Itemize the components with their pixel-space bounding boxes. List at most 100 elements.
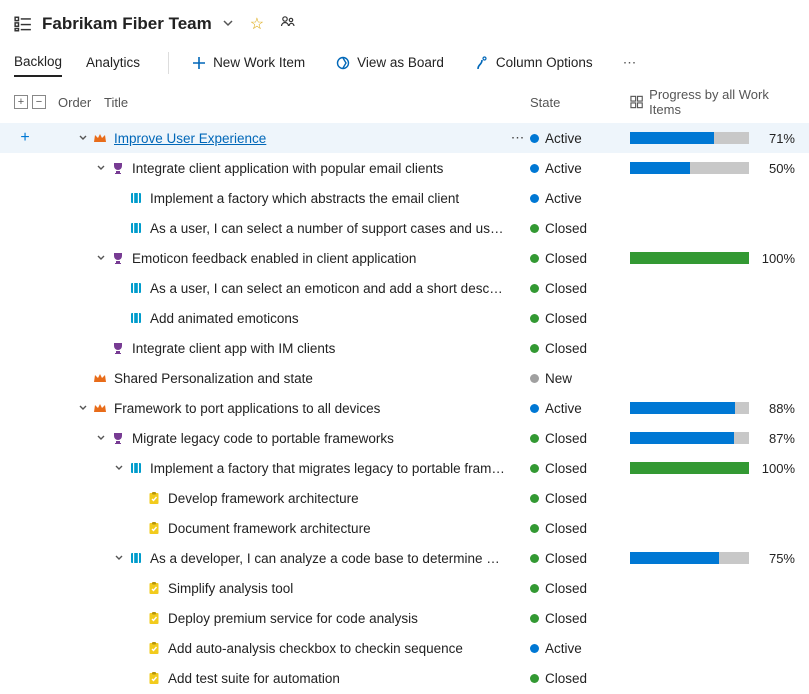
- work-item-title[interactable]: Improve User Experience: [114, 131, 506, 146]
- table-row[interactable]: Add animated emoticons Closed: [0, 303, 809, 333]
- work-item-title[interactable]: Implement a factory that migrates legacy…: [150, 461, 506, 476]
- table-row[interactable]: Deploy premium service for code analysis…: [0, 603, 809, 633]
- work-item-title[interactable]: Shared Personalization and state: [114, 371, 506, 386]
- work-item-title[interactable]: As a developer, I can analyze a code bas…: [150, 551, 506, 566]
- chevron-down-icon[interactable]: [222, 17, 234, 32]
- column-order[interactable]: Order: [58, 95, 98, 110]
- expand-chevron-icon[interactable]: [112, 463, 126, 473]
- work-item-title[interactable]: As a user, I can select a number of supp…: [150, 221, 506, 236]
- state-cell: Active: [530, 161, 630, 176]
- feature-icon: [110, 430, 126, 446]
- add-child-icon[interactable]: +: [20, 129, 29, 147]
- work-item-title[interactable]: As a user, I can select an emoticon and …: [150, 281, 506, 296]
- work-item-title[interactable]: Migrate legacy code to portable framewor…: [132, 431, 506, 446]
- work-item-title[interactable]: Add test suite for automation: [168, 671, 506, 686]
- pbi-icon: [128, 550, 144, 566]
- expand-chevron-icon[interactable]: [112, 553, 126, 563]
- state-label: Closed: [545, 671, 587, 686]
- board-icon: [335, 55, 351, 71]
- rollup-icon: [630, 95, 643, 109]
- expand-all-button[interactable]: +: [14, 95, 28, 109]
- table-row[interactable]: Add auto-analysis checkbox to checkin se…: [0, 633, 809, 663]
- work-item-title[interactable]: Framework to port applications to all de…: [114, 401, 506, 416]
- work-item-title[interactable]: Add animated emoticons: [150, 311, 506, 326]
- plus-icon: [191, 55, 207, 71]
- table-row[interactable]: Integrate client app with IM clients Clos…: [0, 333, 809, 363]
- task-icon: [146, 520, 162, 536]
- state-label: Closed: [545, 221, 587, 236]
- table-row[interactable]: Add test suite for automation Closed: [0, 663, 809, 693]
- collapse-all-button[interactable]: −: [32, 95, 46, 109]
- table-row[interactable]: Simplify analysis toolClosed: [0, 573, 809, 603]
- column-progress-label: Progress by all Work Items: [649, 87, 795, 117]
- expand-chevron-icon[interactable]: [94, 433, 108, 443]
- expand-chevron-icon[interactable]: [94, 253, 108, 263]
- state-dot-icon: [530, 524, 539, 533]
- expand-chevron-icon[interactable]: [76, 403, 90, 413]
- task-icon: [146, 610, 162, 626]
- work-item-title[interactable]: Implement a factory which abstracts the …: [150, 191, 506, 206]
- work-item-title[interactable]: Integrate client app with IM clients: [132, 341, 506, 356]
- tab-backlog[interactable]: Backlog: [14, 48, 62, 77]
- work-item-title[interactable]: Simplify analysis tool: [168, 581, 506, 596]
- work-item-title[interactable]: Document framework architecture: [168, 521, 506, 536]
- tab-analytics[interactable]: Analytics: [86, 49, 140, 76]
- state-cell: Active: [530, 191, 630, 206]
- table-row[interactable]: As a developer, I can analyze a code bas…: [0, 543, 809, 573]
- state-dot-icon: [530, 374, 539, 383]
- state-dot-icon: [530, 254, 539, 263]
- state-cell: Closed: [530, 671, 630, 686]
- table-row[interactable]: Migrate legacy code to portable framewor…: [0, 423, 809, 453]
- expand-chevron-icon[interactable]: [94, 163, 108, 173]
- work-item-title[interactable]: Integrate client application with popula…: [132, 161, 506, 176]
- table-row[interactable]: Emoticon feedback enabled in client appl…: [0, 243, 809, 273]
- progress-bar-fill: [630, 132, 714, 144]
- table-row[interactable]: As a user, I can select an emoticon and …: [0, 273, 809, 303]
- state-cell: Closed: [530, 341, 630, 356]
- state-label: Active: [545, 161, 582, 176]
- table-row[interactable]: Integrate client application with popula…: [0, 153, 809, 183]
- pbi-icon: [128, 280, 144, 296]
- table-row[interactable]: Framework to port applications to all de…: [0, 393, 809, 423]
- column-header-row: + − Order Title State Progress by all Wo…: [0, 77, 809, 123]
- expand-chevron-icon[interactable]: [76, 133, 90, 143]
- team-members-icon[interactable]: [280, 14, 296, 34]
- view-as-board-button[interactable]: View as Board: [329, 51, 450, 75]
- task-icon: [146, 490, 162, 506]
- state-cell: Closed: [530, 251, 630, 266]
- more-actions-button[interactable]: ⋯: [617, 51, 645, 75]
- table-row[interactable]: Implement a factory which abstracts the …: [0, 183, 809, 213]
- table-row[interactable]: Develop framework architecture Closed: [0, 483, 809, 513]
- work-item-title[interactable]: Develop framework architecture: [168, 491, 506, 506]
- state-cell: Closed: [530, 491, 630, 506]
- task-icon: [146, 580, 162, 596]
- state-dot-icon: [530, 674, 539, 683]
- team-name[interactable]: Fabrikam Fiber Team: [42, 14, 212, 34]
- work-item-title[interactable]: Emoticon feedback enabled in client appl…: [132, 251, 506, 266]
- progress-bar-fill: [630, 252, 749, 264]
- column-options-button[interactable]: Column Options: [468, 51, 599, 75]
- column-state[interactable]: State: [530, 95, 630, 110]
- row-more-actions[interactable]: ⋯: [506, 130, 530, 146]
- task-icon: [146, 640, 162, 656]
- progress-bar: [630, 432, 749, 444]
- table-row[interactable]: As a user, I can select a number of supp…: [0, 213, 809, 243]
- new-work-item-button[interactable]: New Work Item: [185, 51, 311, 75]
- table-row[interactable]: Shared Personalization and stateNew: [0, 363, 809, 393]
- progress-bar-fill: [630, 462, 749, 474]
- state-dot-icon: [530, 584, 539, 593]
- state-dot-icon: [530, 554, 539, 563]
- work-item-title[interactable]: Deploy premium service for code analysis: [168, 611, 506, 626]
- pbi-icon: [128, 220, 144, 236]
- progress-percent: 75%: [757, 551, 795, 566]
- table-row[interactable]: +Improve User Experience⋯Active71%: [0, 123, 809, 153]
- favorite-star-icon[interactable]: ☆: [250, 14, 264, 34]
- column-title[interactable]: Title: [104, 95, 530, 110]
- progress-bar: [630, 162, 749, 174]
- work-item-title[interactable]: Add auto-analysis checkbox to checkin se…: [168, 641, 506, 656]
- state-cell: Closed: [530, 311, 630, 326]
- table-row[interactable]: Document framework architectureClosed: [0, 513, 809, 543]
- table-row[interactable]: Implement a factory that migrates legacy…: [0, 453, 809, 483]
- column-progress[interactable]: Progress by all Work Items: [630, 87, 795, 117]
- row-gutter: +: [14, 129, 36, 147]
